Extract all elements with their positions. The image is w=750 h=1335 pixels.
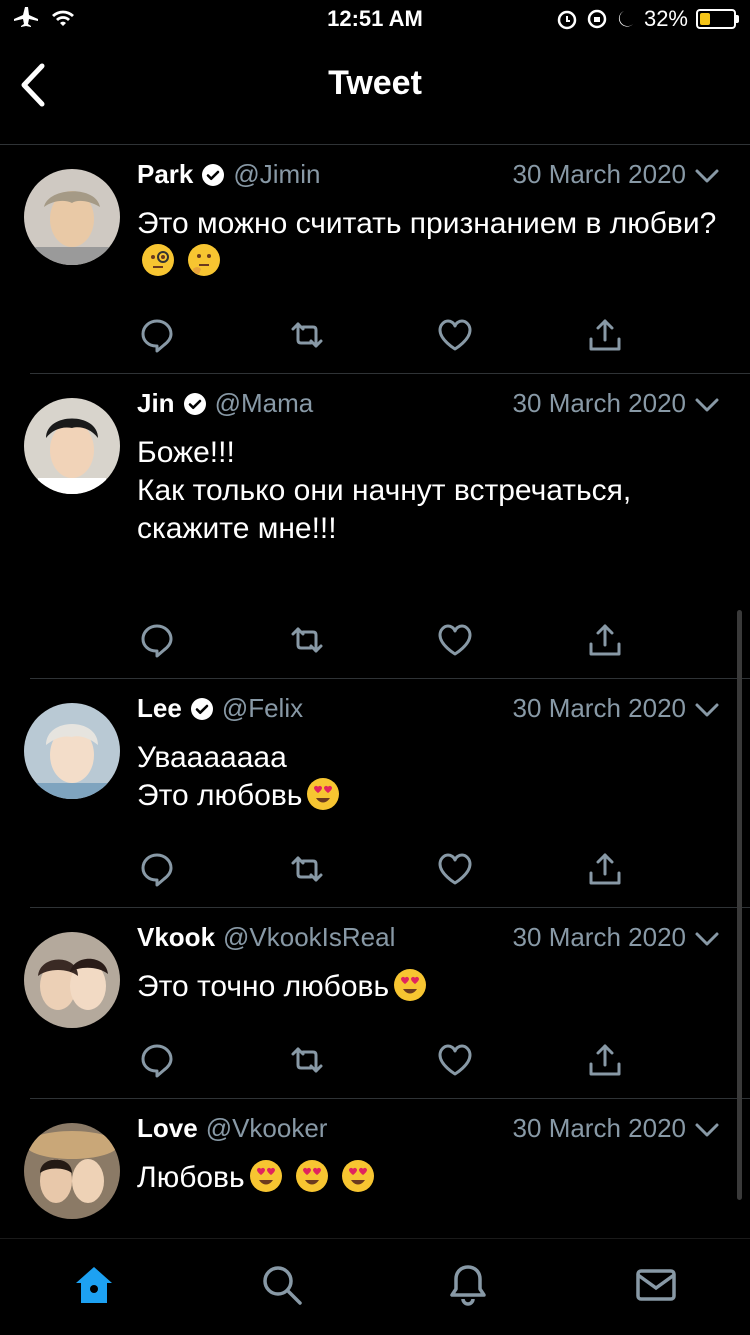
rotation-lock-icon [587,9,607,29]
tweet-date: 30 March 2020 [512,159,686,189]
reply-icon[interactable] [137,620,177,660]
tweet[interactable]: Vkook @VkookIsReal 30 March 2020 Это точ… [0,908,750,1099]
tweet-text: Любовь [137,1159,717,1197]
tweet-actions [137,1040,637,1080]
chevron-down-icon[interactable] [694,701,720,719]
heart-eyes-emoji-icon [249,1159,283,1193]
tab-bar [0,1238,750,1335]
like-icon[interactable] [435,620,475,660]
tweet-actions [137,315,637,355]
tweet-author: Park @Jimin [137,159,320,190]
scrollbar[interactable] [737,610,742,1200]
chevron-down-icon[interactable] [694,930,720,948]
heart-eyes-emoji-icon [306,777,340,811]
chevron-down-icon[interactable] [694,1121,720,1139]
home-icon[interactable] [70,1261,118,1309]
tweet[interactable]: Park @Jimin 30 March 2020 Это можно счит… [0,145,750,374]
tweet[interactable]: Lee @Felix 30 March 2020 Увааааааа Это л… [0,679,750,908]
status-right-icons: 32% [556,6,739,32]
display-name[interactable]: Park [137,159,193,190]
share-icon[interactable] [585,620,625,660]
user-handle[interactable]: @Vkooker [206,1113,328,1144]
avatar[interactable] [24,1123,120,1219]
user-handle[interactable]: @Felix [222,693,303,724]
battery-percent: 32% [643,6,688,31]
retweet-icon[interactable] [287,849,327,889]
moon-icon [618,11,634,27]
heart-eyes-emoji-icon [341,1159,375,1193]
tweet-text: Увааааааа Это любовь [137,739,717,815]
display-name[interactable]: Vkook [137,922,215,953]
tweet-author: Lee @Felix [137,693,303,724]
tweet-text-content: Это точно любовь [137,970,390,1003]
retweet-icon[interactable] [287,315,327,355]
like-icon[interactable] [435,1040,475,1080]
reply-icon[interactable] [137,849,177,889]
like-icon[interactable] [435,315,475,355]
alarm-icon [557,10,577,30]
tweet-date: 30 March 2020 [512,1113,686,1143]
heart-eyes-emoji-icon [393,968,427,1002]
thinking-face-emoji-icon [187,243,221,277]
avatar[interactable] [24,398,120,494]
reply-icon[interactable] [137,1040,177,1080]
tweet-text-content: Увааааааа Это любовь [137,741,303,812]
header: Tweet [0,42,750,145]
tweet[interactable]: Jin @Mama 30 March 2020 Боже!!! Как толь… [0,374,750,679]
share-icon[interactable] [585,1040,625,1080]
messages-icon[interactable] [632,1261,680,1309]
verified-badge-icon [190,697,214,721]
tweet[interactable]: Love @Vkooker 30 March 2020 Любовь [0,1099,750,1238]
like-icon[interactable] [435,849,475,889]
tweet-text-content: Это можно считать признанием в любви? [137,207,717,240]
tweet-date: 30 March 2020 [512,388,686,418]
tweet-text: Это можно считать признанием в любви? [137,205,717,281]
face-with-monocle-emoji-icon [141,243,175,277]
avatar[interactable] [24,169,120,265]
notifications-icon[interactable] [444,1261,492,1309]
avatar[interactable] [24,703,120,799]
display-name[interactable]: Lee [137,693,182,724]
battery-icon [696,9,739,29]
tweet-author: Love @Vkooker [137,1113,327,1144]
tweet-text-content: Любовь [137,1161,245,1194]
reply-icon[interactable] [137,315,177,355]
verified-badge-icon [183,392,207,416]
verified-badge-icon [201,163,225,187]
retweet-icon[interactable] [287,620,327,660]
chevron-down-icon[interactable] [694,167,720,185]
tweet-actions [137,849,637,889]
heart-eyes-emoji-icon [295,1159,329,1193]
user-handle[interactable]: @VkookIsReal [223,922,395,953]
page-title: Tweet [328,64,422,102]
search-icon[interactable] [258,1261,306,1309]
status-bar: 12:51 AM 32% [0,0,750,40]
share-icon[interactable] [585,315,625,355]
share-icon[interactable] [585,849,625,889]
user-handle[interactable]: @Mama [215,388,314,419]
tweet-text: Боже!!! Как только они начнут встречатьс… [137,436,632,545]
retweet-icon[interactable] [287,1040,327,1080]
tweet-author: Jin @Mama [137,388,313,419]
battery-fill [700,13,710,25]
avatar[interactable] [24,932,120,1028]
user-handle[interactable]: @Jimin [233,159,320,190]
display-name[interactable]: Love [137,1113,198,1144]
tweet-date: 30 March 2020 [512,922,686,952]
tweet-actions [137,620,637,660]
chevron-down-icon[interactable] [694,396,720,414]
tweet-text: Это точно любовь [137,968,717,1006]
display-name[interactable]: Jin [137,388,175,419]
tweet-date: 30 March 2020 [512,693,686,723]
tweet-author: Vkook @VkookIsReal [137,922,395,953]
